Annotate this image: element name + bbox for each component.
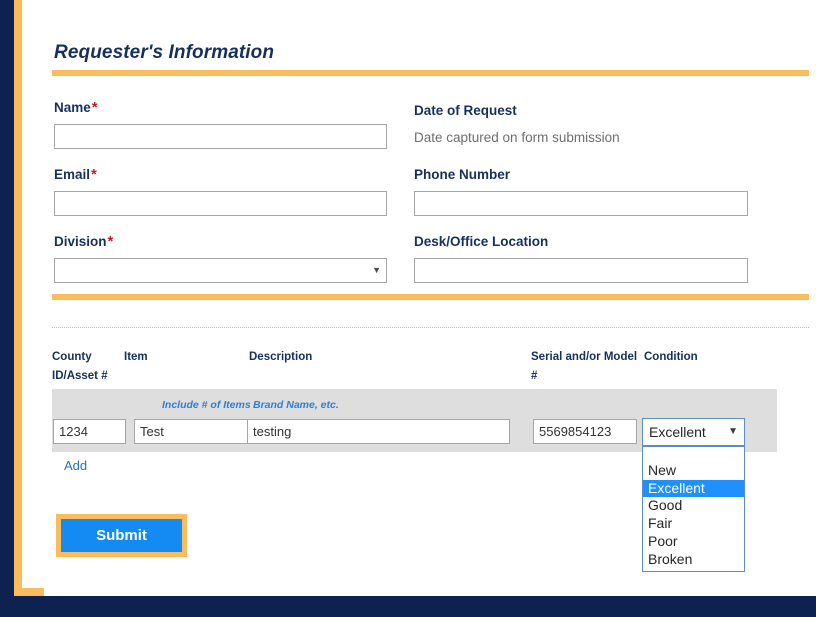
section-divider-middle [52,294,809,300]
name-label: Name* [54,100,98,115]
serial-model-input[interactable] [533,419,637,444]
condition-option-excellent[interactable]: Excellent [643,480,744,498]
name-required-asterisk: * [91,99,98,116]
condition-select-options[interactable]: New Excellent Good Fair Poor Broken [642,446,745,572]
email-label: Email* [54,167,97,182]
chevron-down-icon: ▼ [368,266,381,275]
form-canvas: Requester's Information Name* Email* Div… [44,0,816,596]
column-header-county-line1: County [52,348,112,367]
condition-option-good[interactable]: Good [643,497,744,515]
chevron-down-icon: ▼ [724,427,738,437]
phone-number-input[interactable] [414,191,748,216]
condition-option-fair[interactable]: Fair [643,515,744,533]
email-input[interactable] [54,191,387,216]
division-label-text: Division [54,234,107,249]
item-hint-text: Include # of Items [162,399,251,411]
submit-button-highlight: Submit [56,514,187,557]
name-input[interactable] [54,124,387,149]
column-header-county-line2: ID/Asset # [52,367,112,386]
section-divider-dotted [52,327,809,328]
email-label-text: Email [54,167,90,182]
division-required-asterisk: * [107,233,114,250]
desk-office-location-label: Desk/Office Location [414,234,548,249]
county-id-asset-input[interactable] [53,419,126,444]
column-header-condition: Condition [644,348,698,367]
column-header-serial-line2: # [531,367,639,386]
submit-button[interactable]: Submit [61,519,182,552]
condition-option-poor[interactable]: Poor [643,533,744,551]
description-input[interactable] [247,419,510,444]
column-header-serial-line1: Serial and/or Model [531,348,639,367]
desk-office-location-input[interactable] [414,258,748,283]
phone-number-label: Phone Number [414,167,510,182]
column-header-item: Item [124,348,148,367]
column-header-county-id-asset: County ID/Asset # [52,348,112,386]
condition-option-broken[interactable]: Broken [643,551,744,569]
browser-page-frame: Requester's Information Name* Email* Div… [0,0,816,617]
page-title: Requester's Information [54,42,274,64]
description-hint-text: Brand Name, etc. [253,399,339,411]
email-required-asterisk: * [90,166,97,183]
date-of-request-label: Date of Request [414,103,517,118]
condition-select[interactable]: Excellent ▼ [642,418,745,446]
division-select[interactable]: ▼ [54,258,387,283]
page-left-edge-band [0,0,9,617]
division-label: Division* [54,234,113,249]
date-of-request-note: Date captured on form submission [414,130,620,145]
add-row-link[interactable]: Add [64,458,87,473]
name-label-text: Name [54,100,91,115]
condition-option-new[interactable]: New [643,462,744,480]
section-divider-top [52,70,809,76]
page-bottom-edge-band [0,595,816,617]
column-header-serial-model: Serial and/or Model # [531,348,639,386]
condition-select-value: Excellent [649,424,724,440]
column-header-description: Description [249,348,312,367]
form-orange-frame: Requester's Information Name* Email* Div… [14,0,803,596]
